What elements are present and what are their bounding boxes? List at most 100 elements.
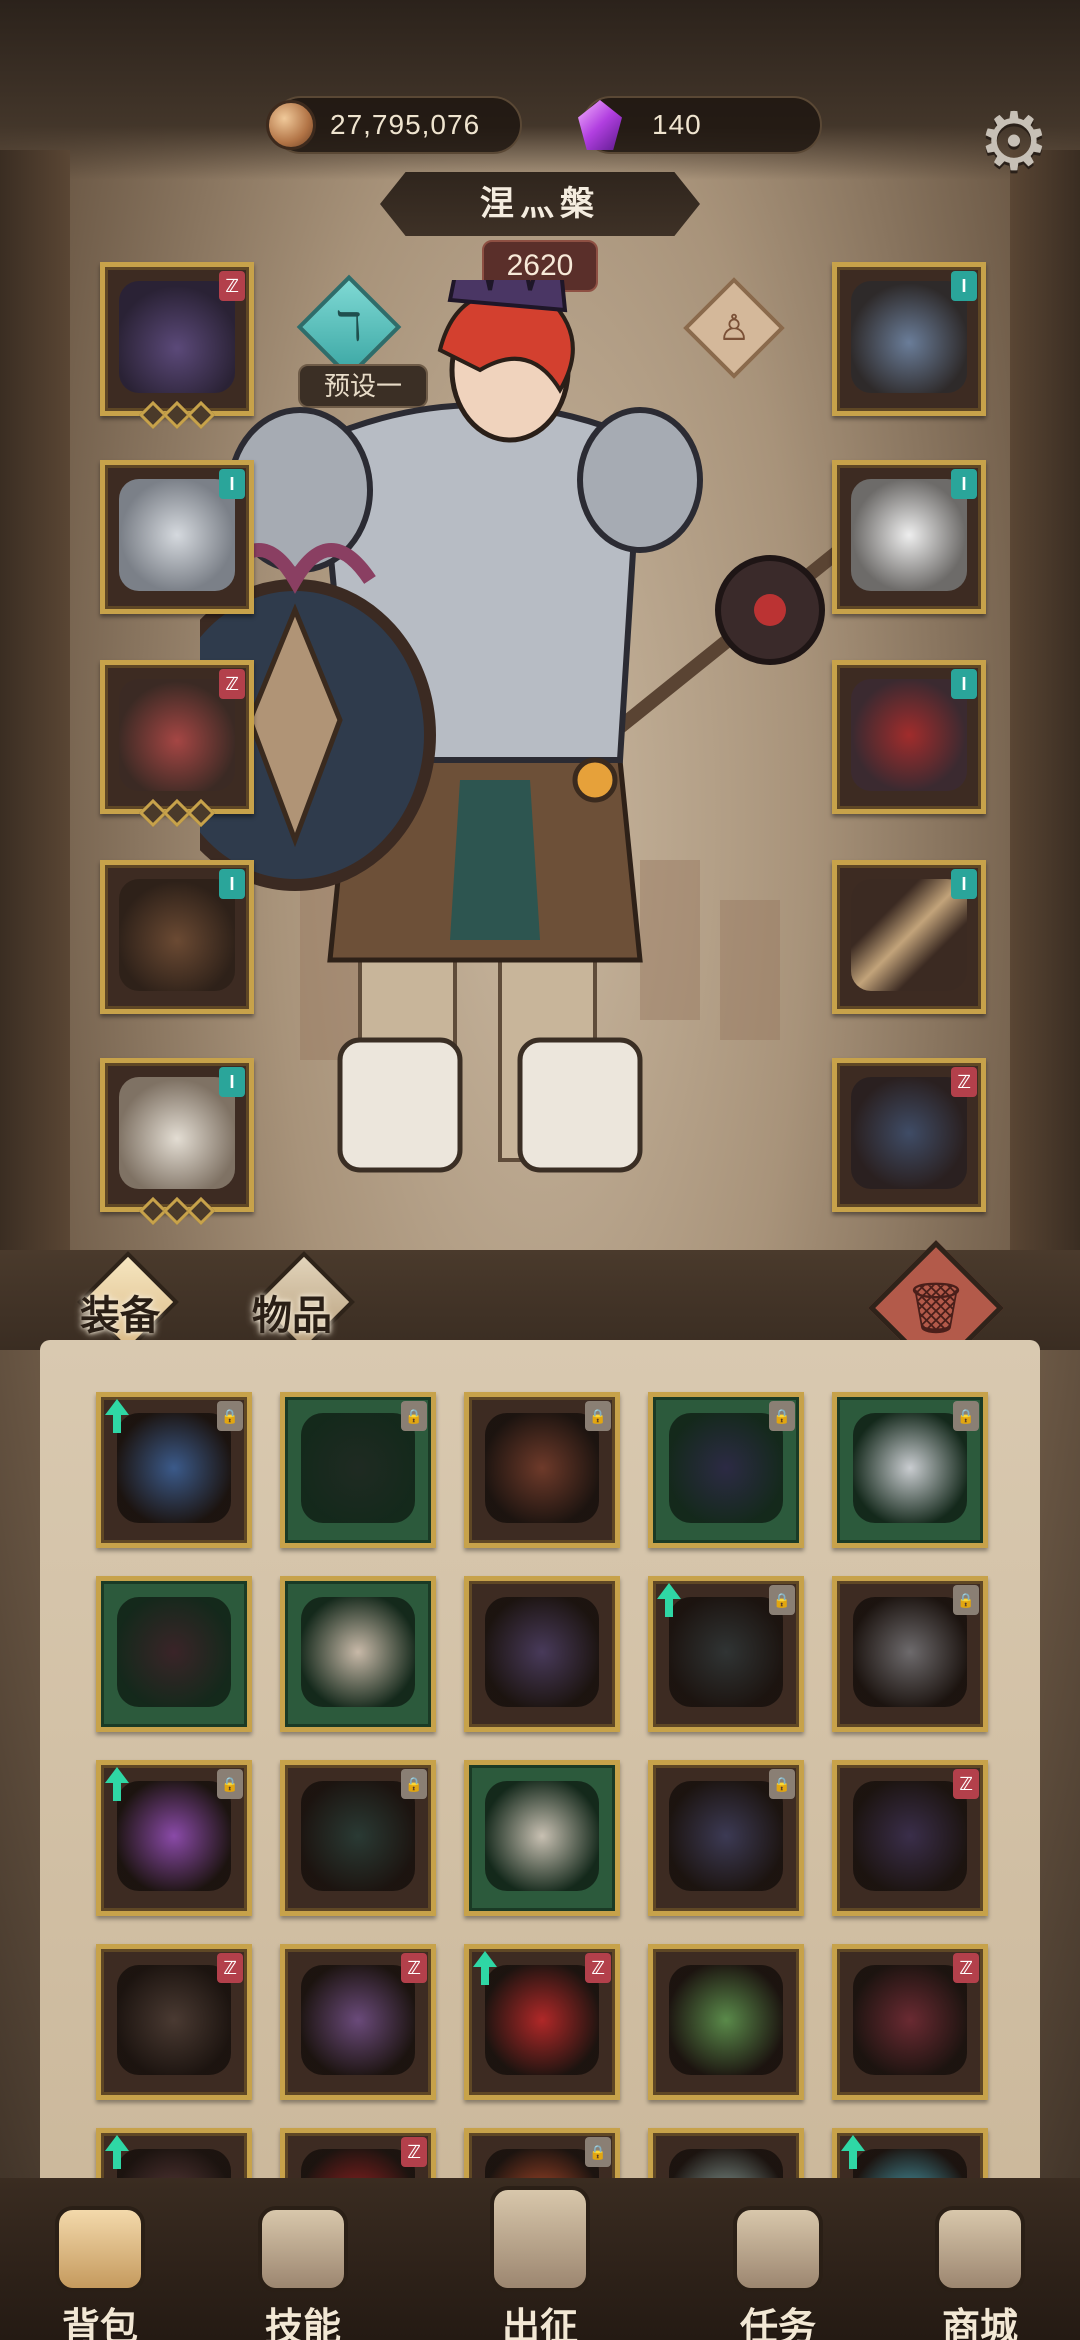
item-art — [301, 1781, 415, 1891]
tab-items-label: 物品 — [252, 1294, 332, 1338]
equip-slot-gauntlet[interactable]: ℤ — [100, 660, 254, 828]
item-art — [853, 1597, 967, 1707]
tier-badge: I — [951, 271, 977, 301]
item-art — [117, 1413, 231, 1523]
nav-skills[interactable]: 技能 — [218, 2178, 388, 2340]
inventory-item-horned-shield[interactable]: 🔒 — [648, 1760, 804, 1916]
star-pips — [138, 1196, 216, 1226]
lock-icon: 🔒 — [401, 1769, 427, 1799]
inventory-item-chain-whip[interactable]: 🔒 — [648, 1576, 804, 1732]
game-screen: 27,795,076 140 ⚙ 涅灬槃 2620 ℸ 预设一 ♙ ℤ I ℤ … — [0, 0, 1080, 2340]
inventory-item-iron-ring[interactable]: 🔒 — [832, 1576, 988, 1732]
tier-badge: ℤ — [217, 1953, 243, 1983]
equip-slot-pauldron[interactable]: I — [832, 460, 986, 614]
upgrade-arrow-icon — [841, 2135, 865, 2169]
lock-icon: 🔒 — [769, 1401, 795, 1431]
tier-badge: I — [219, 469, 245, 499]
lock-icon: 🔒 — [769, 1585, 795, 1615]
inventory-item-holy-bracer[interactable] — [464, 1760, 620, 1916]
item-art — [669, 1597, 783, 1707]
tab-equipment-label: 装备 — [80, 1294, 160, 1338]
equip-slot-crown[interactable]: ℤ — [100, 262, 254, 430]
shop-icon — [935, 2206, 1025, 2292]
nav-quests[interactable]: 任务 — [693, 2178, 863, 2340]
tier-badge: I — [219, 1067, 245, 1097]
gold-counter[interactable]: 27,795,076 — [266, 96, 522, 154]
lock-icon: 🔒 — [953, 1401, 979, 1431]
tier-badge: ℤ — [219, 271, 245, 301]
inventory-item-wolf-helm[interactable]: 🔒 — [280, 1392, 436, 1548]
equip-slot-chest[interactable]: I — [100, 460, 254, 614]
item-art — [117, 1597, 231, 1707]
lock-icon: 🔒 — [217, 1401, 243, 1431]
left-frame — [0, 150, 70, 1250]
inventory-item-bone-glove[interactable] — [464, 1576, 620, 1732]
inventory-item-thorn-cuirass[interactable]: 🔒 — [280, 1760, 436, 1916]
equip-slot-boots[interactable]: I — [100, 1058, 254, 1226]
nav-label: 背包 — [61, 2307, 138, 2340]
item-art — [117, 1965, 231, 2075]
item-art — [485, 1781, 599, 1891]
tier-badge: ℤ — [585, 1953, 611, 1983]
inventory-item-crystal-blade[interactable]: 🔒 — [96, 1760, 252, 1916]
tier-badge: I — [951, 869, 977, 899]
equip-slot-legs[interactable]: I — [100, 860, 254, 1014]
equip-slot-amulet[interactable]: I — [832, 262, 986, 416]
equip-slot-bracer[interactable]: I — [832, 660, 986, 814]
inventory-item-skull-gauntlet[interactable]: ℤ — [280, 1944, 436, 2100]
inventory-item-spiked-club[interactable]: ℤ — [832, 1944, 988, 2100]
tier-badge: ℤ — [953, 1953, 979, 1983]
lock-icon: 🔒 — [953, 1585, 979, 1615]
inventory-item-sack-hood[interactable]: 🔒 — [464, 1392, 620, 1548]
nav-backpack[interactable]: 背包 — [15, 2178, 185, 2340]
item-art — [669, 1781, 783, 1891]
upgrade-arrow-icon — [657, 1583, 681, 1617]
backpack-icon — [55, 2206, 145, 2292]
expedition-icon — [490, 2186, 590, 2292]
inventory-item-plate-armor[interactable]: 🔒 — [832, 1392, 988, 1548]
right-frame — [1010, 150, 1080, 1250]
item-art — [669, 1965, 783, 2075]
lock-icon: 🔒 — [217, 1769, 243, 1799]
nav-expedition[interactable]: 出征 — [455, 2178, 625, 2340]
boots-art — [119, 1077, 235, 1189]
item-art — [485, 1413, 599, 1523]
tier-badge: ℤ — [953, 1769, 979, 1799]
gold-amount: 27,795,076 — [330, 109, 481, 140]
nav-label: 商城 — [941, 2307, 1018, 2340]
inventory-item-poison-amulet[interactable] — [648, 1944, 804, 2100]
inventory-item-robe[interactable]: 🔒 — [96, 1392, 252, 1548]
tier-badge: I — [951, 469, 977, 499]
top-frame — [0, 0, 1080, 180]
equip-slot-shield[interactable]: ℤ — [832, 1058, 986, 1212]
item-art — [301, 1965, 415, 2075]
hero-illustration — [200, 280, 847, 1173]
gauntlet-art — [119, 679, 235, 791]
amulet-art — [851, 281, 967, 393]
lock-icon: 🔒 — [401, 1401, 427, 1431]
equip-slot-weapon[interactable]: I — [832, 860, 986, 1014]
tier-badge: ℤ — [951, 1067, 977, 1097]
inventory-item-red-helm[interactable]: ℤ — [464, 1944, 620, 2100]
coin-icon — [266, 100, 316, 150]
tier-badge: I — [951, 669, 977, 699]
item-art — [669, 1413, 783, 1523]
item-art — [485, 1597, 599, 1707]
hero-name: 涅灬槃 — [380, 172, 700, 236]
inventory-item-dark-greaves[interactable]: 🔒 — [648, 1392, 804, 1548]
gear-icon[interactable]: ⚙ — [972, 100, 1056, 184]
leg-armor-art — [119, 879, 235, 991]
inventory-item-leather-skirt[interactable]: ℤ — [96, 1944, 252, 2100]
item-art — [485, 1965, 599, 2075]
quest-icon — [733, 2206, 823, 2292]
tab-equipment[interactable]: 装备 — [77, 1251, 179, 1353]
nav-shop[interactable]: 商城 — [895, 2178, 1065, 2340]
item-art — [853, 1413, 967, 1523]
nav-label: 任务 — [739, 2307, 816, 2340]
inventory-item-demon-cuirass[interactable] — [96, 1576, 252, 1732]
tab-items[interactable]: 物品 — [250, 1251, 355, 1353]
gem-counter[interactable]: 140 — [578, 96, 822, 154]
inventory-item-eye-armor[interactable]: ℤ — [832, 1760, 988, 1916]
crown-art — [119, 281, 235, 393]
inventory-item-royal-armor[interactable] — [280, 1576, 436, 1732]
